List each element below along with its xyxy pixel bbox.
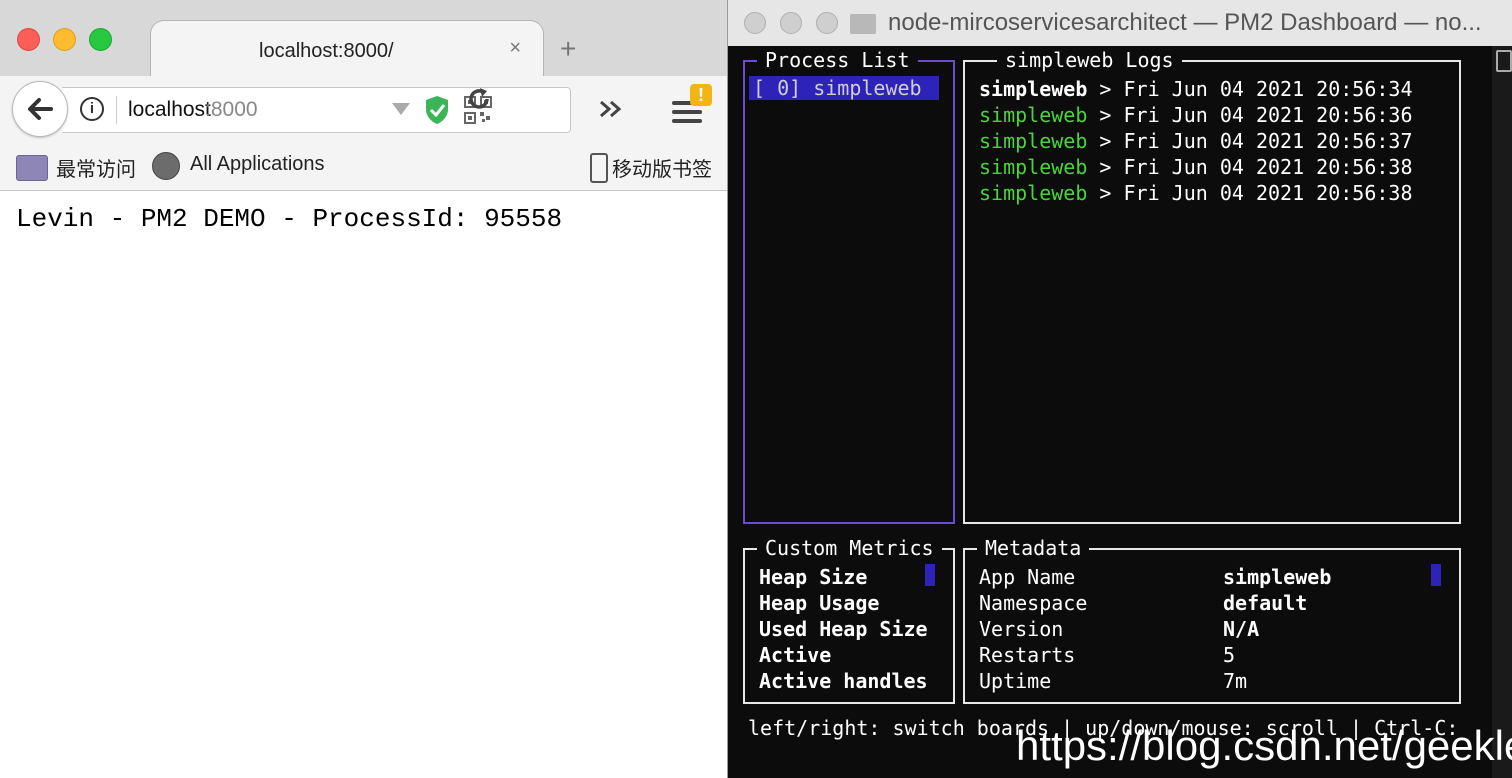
log-line: simpleweb > Fri Jun 04 2021 20:56:38 xyxy=(979,155,1413,179)
logs-label: simpleweb Logs xyxy=(997,48,1182,72)
folder-icon xyxy=(16,155,48,181)
metadata-key: Restarts xyxy=(979,643,1076,667)
bookmarks-bar: 最常访问 All Applications 移动版书签 xyxy=(0,144,727,191)
process-item-simpleweb[interactable]: [ 0] simpleweb xyxy=(749,76,939,100)
metric-item: Heap Size xyxy=(759,565,868,589)
bookmark-all-applications[interactable]: All Applications xyxy=(190,153,325,176)
address-bar[interactable]: i localhost :8000 xyxy=(62,87,571,133)
minimize-window-button[interactable] xyxy=(53,28,76,51)
url-dropdown-icon[interactable] xyxy=(392,103,410,115)
shield-icon[interactable] xyxy=(424,95,450,125)
logs-panel[interactable]: simpleweb Logs simpleweb > Fri Jun 04 20… xyxy=(963,48,1461,524)
url-port: :8000 xyxy=(205,98,258,121)
metadata-key: App Name xyxy=(979,565,1076,589)
url-separator xyxy=(116,96,117,124)
process-list-label: Process List xyxy=(757,48,918,72)
metric-item: Active xyxy=(759,643,832,667)
page-text: Levin - PM2 DEMO - ProcessId: 95558 xyxy=(16,204,563,234)
terminal-scrollbar[interactable] xyxy=(1492,46,1512,778)
browser-tab[interactable]: localhost:8000/ × xyxy=(150,20,544,77)
log-line: simpleweb > Fri Jun 04 2021 20:56:37 xyxy=(979,129,1413,153)
terminal-titlebar: node-mircoservicesarchitect — PM2 Dashbo… xyxy=(728,0,1512,46)
custom-metrics-label: Custom Metrics xyxy=(757,536,942,560)
bookmark-mobile[interactable]: 移动版书签 xyxy=(612,153,712,182)
log-line: simpleweb > Fri Jun 04 2021 20:56:36 xyxy=(979,103,1413,127)
browser-window: localhost:8000/ × + i localhost :8000 ! … xyxy=(0,0,728,778)
metric-item: Active handles xyxy=(759,669,928,693)
terminal-maximize-button[interactable] xyxy=(816,12,838,34)
back-button[interactable] xyxy=(12,81,68,137)
terminal-minimize-button[interactable] xyxy=(780,12,802,34)
log-line: simpleweb > Fri Jun 04 2021 20:56:34 xyxy=(979,77,1413,101)
terminal-title: node-mircoservicesarchitect — PM2 Dashbo… xyxy=(888,9,1482,36)
overflow-chevrons-icon[interactable] xyxy=(598,97,624,123)
navigation-bar: i localhost :8000 ! xyxy=(0,76,727,144)
metadata-key: Uptime xyxy=(979,669,1052,693)
metadata-value: 5 xyxy=(1223,643,1236,667)
url-host: localhost xyxy=(128,98,211,121)
folder-icon xyxy=(850,14,876,34)
maximize-window-button[interactable] xyxy=(89,28,112,51)
metadata-value: 7m xyxy=(1223,669,1248,693)
metric-item: Heap Usage xyxy=(759,591,880,615)
log-line: simpleweb > Fri Jun 04 2021 20:56:38 xyxy=(979,181,1413,205)
metadata-scroll-marker xyxy=(1431,564,1441,586)
tab-bar: localhost:8000/ × + xyxy=(0,0,727,77)
custom-metrics-panel[interactable]: Custom Metrics Heap Size Heap Usage Used… xyxy=(743,536,955,704)
metadata-key: Version xyxy=(979,617,1064,641)
reload-icon[interactable] xyxy=(465,85,493,118)
metadata-value: default xyxy=(1223,591,1308,615)
metadata-value: simpleweb xyxy=(1223,565,1332,589)
metadata-key: Namespace xyxy=(979,591,1088,615)
info-icon[interactable]: i xyxy=(80,97,104,121)
metadata-value: N/A xyxy=(1223,617,1260,641)
watermark: https://blog.csdn.net/geeklevi xyxy=(1016,722,1512,769)
metadata-label: Metadata xyxy=(977,536,1090,560)
tab-title: localhost:8000/ xyxy=(259,40,394,62)
metrics-scroll-marker xyxy=(925,564,935,586)
globe-icon xyxy=(152,152,180,180)
process-list-panel[interactable]: Process List [ 0] simpleweb xyxy=(743,48,955,524)
terminal-close-button[interactable] xyxy=(744,12,766,34)
terminal-window: node-mircoservicesarchitect — PM2 Dashbo… xyxy=(728,0,1512,778)
close-window-button[interactable] xyxy=(17,28,40,51)
tab-close-icon[interactable]: × xyxy=(509,37,521,60)
bookmark-most-visited[interactable]: 最常访问 xyxy=(56,153,136,182)
back-arrow-icon xyxy=(28,98,53,120)
new-tab-button[interactable]: + xyxy=(560,35,576,63)
scrollbar-thumb[interactable] xyxy=(1496,50,1512,72)
mobile-icon xyxy=(590,153,608,183)
metadata-panel[interactable]: Metadata App Name Namespace Version Rest… xyxy=(963,536,1461,704)
metric-item: Used Heap Size xyxy=(759,617,928,641)
warning-badge: ! xyxy=(690,84,712,106)
